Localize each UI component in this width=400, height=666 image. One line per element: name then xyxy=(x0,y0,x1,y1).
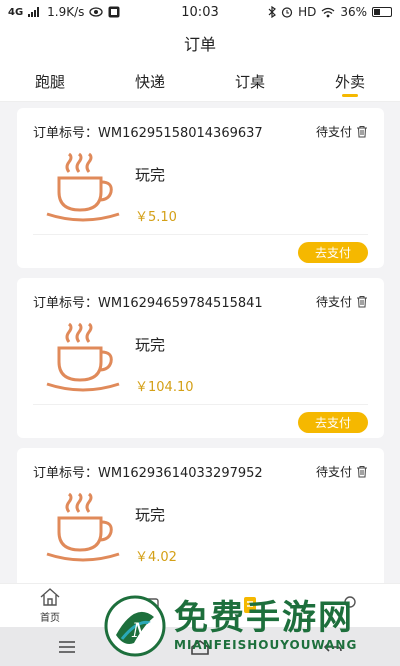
order-icon xyxy=(244,596,256,613)
nav-orders[interactable] xyxy=(200,584,300,627)
tab-label: 跑腿 xyxy=(34,73,65,91)
order-status: 待支付 xyxy=(315,125,352,139)
tab-label: 快递 xyxy=(134,73,165,91)
tab-label: 外卖 xyxy=(334,73,365,91)
battery-percent: 36% xyxy=(340,5,367,19)
tab-errand[interactable]: 跑腿 xyxy=(0,62,100,101)
order-list: 订单标号：WM16295158014369637 待支付 玩完 ￥5.10 去支… xyxy=(17,108,384,618)
item-name: 玩完 xyxy=(135,166,166,184)
nav-label: 首页 xyxy=(40,613,60,624)
coffee-cup-icon xyxy=(46,152,120,222)
trash-icon[interactable] xyxy=(356,125,368,138)
signal-icon xyxy=(28,7,40,17)
battery-icon xyxy=(372,7,392,17)
system-nav-bar xyxy=(0,627,400,666)
profile-icon xyxy=(344,595,356,608)
nav-home[interactable]: 首页 xyxy=(0,584,100,627)
item-name: 玩完 xyxy=(135,336,166,354)
order-status: 待支付 xyxy=(315,465,352,479)
status-right: HD 36% xyxy=(268,5,392,19)
order-status: 待支付 xyxy=(315,295,352,309)
pay-button[interactable]: 去支付 xyxy=(298,242,368,263)
page-title: 订单 xyxy=(183,35,216,54)
item-price: ￥5.10 xyxy=(135,210,177,225)
home-icon xyxy=(40,588,60,606)
order-card[interactable]: 订单标号：WM16294659784515841 待支付 玩完 ￥104.10 … xyxy=(17,278,384,438)
trash-icon[interactable] xyxy=(356,465,368,478)
order-status-group: 待支付 xyxy=(316,123,368,140)
nav-message[interactable] xyxy=(100,584,200,627)
back-icon[interactable] xyxy=(321,638,345,656)
item-price: ￥104.10 xyxy=(135,380,194,395)
trash-icon[interactable] xyxy=(356,295,368,308)
order-number: 订单标号：WM16294659784515841 xyxy=(33,296,263,311)
menu-icon[interactable] xyxy=(55,638,79,656)
home-button-icon[interactable] xyxy=(188,638,212,656)
app-notification-icon xyxy=(108,6,120,18)
order-status-group: 待支付 xyxy=(316,463,368,480)
order-number: 订单标号：WM16293614033297952 xyxy=(33,466,263,481)
tab-label: 订桌 xyxy=(234,73,265,91)
wifi-icon xyxy=(321,7,335,17)
tab-table-booking[interactable]: 订桌 xyxy=(200,62,300,101)
message-icon xyxy=(141,597,159,611)
pay-button[interactable]: 去支付 xyxy=(298,412,368,433)
category-tabs: 跑腿 快递 订桌 外卖 xyxy=(0,62,400,102)
status-left: 4G 1.9K/s xyxy=(8,5,120,19)
nav-profile[interactable] xyxy=(300,584,400,627)
network-type: 4G xyxy=(8,6,24,18)
order-number: 订单标号：WM16295158014369637 xyxy=(33,126,263,141)
tab-express[interactable]: 快递 xyxy=(100,62,200,101)
item-price: ￥4.02 xyxy=(135,550,177,565)
order-card-header: 订单标号：WM16293614033297952 待支付 xyxy=(33,462,368,481)
page-title-bar: 订单 xyxy=(0,24,400,62)
hd-indicator: HD xyxy=(298,5,317,19)
alarm-icon xyxy=(281,7,293,18)
divider xyxy=(33,404,368,405)
order-card[interactable]: 订单标号：WM16295158014369637 待支付 玩完 ￥5.10 去支… xyxy=(17,108,384,268)
order-card-header: 订单标号：WM16295158014369637 待支付 xyxy=(33,122,368,141)
order-status-group: 待支付 xyxy=(316,293,368,310)
status-bar: 4G 1.9K/s 10:03 HD 36% xyxy=(0,0,400,24)
tab-takeaway[interactable]: 外卖 xyxy=(300,62,400,101)
coffee-cup-icon xyxy=(46,492,120,562)
order-card-header: 订单标号：WM16294659784515841 待支付 xyxy=(33,292,368,311)
bluetooth-icon xyxy=(268,6,277,18)
bottom-nav: 首页 xyxy=(0,583,400,627)
network-speed: 1.9K/s xyxy=(47,5,85,19)
eye-icon xyxy=(89,7,104,17)
item-name: 玩完 xyxy=(135,506,166,524)
divider xyxy=(33,234,368,235)
coffee-cup-icon xyxy=(46,322,120,392)
